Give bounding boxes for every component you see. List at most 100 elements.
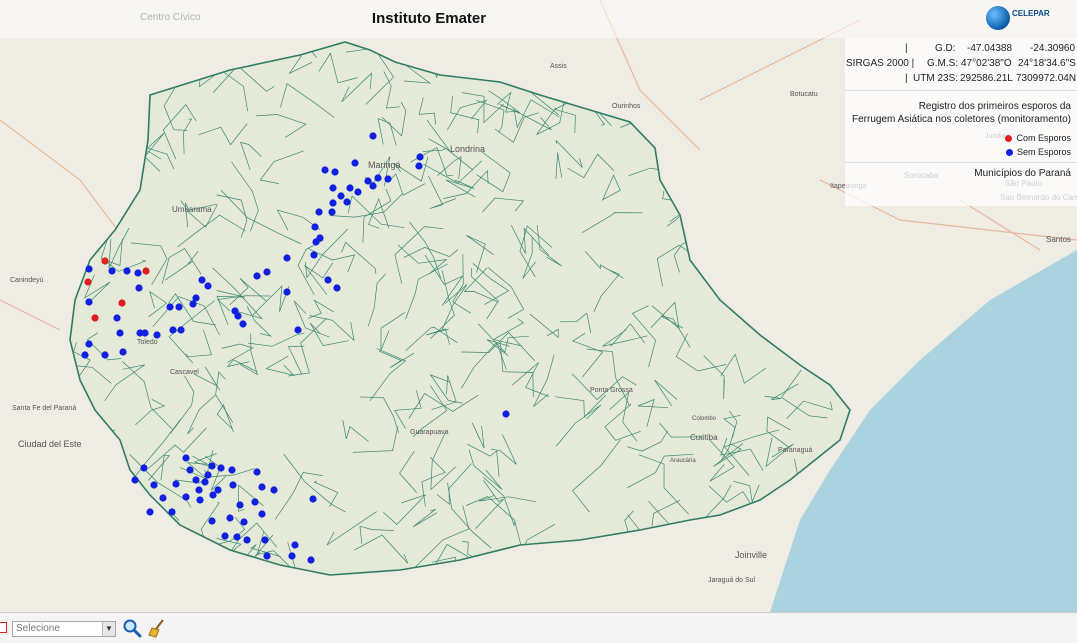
point-sem-esporos[interactable] bbox=[331, 168, 339, 176]
point-sem-esporos[interactable] bbox=[116, 329, 124, 337]
point-sem-esporos[interactable] bbox=[195, 486, 203, 494]
point-sem-esporos[interactable] bbox=[337, 192, 345, 200]
point-sem-esporos[interactable] bbox=[294, 326, 302, 334]
point-sem-esporos[interactable] bbox=[101, 351, 109, 359]
point-sem-esporos[interactable] bbox=[159, 494, 167, 502]
point-sem-esporos[interactable] bbox=[204, 471, 212, 479]
point-sem-esporos[interactable] bbox=[214, 486, 222, 494]
broom-icon[interactable] bbox=[147, 618, 167, 638]
point-sem-esporos[interactable] bbox=[283, 288, 291, 296]
point-sem-esporos[interactable] bbox=[307, 556, 315, 564]
point-sem-esporos[interactable] bbox=[226, 514, 234, 522]
point-sem-esporos[interactable] bbox=[81, 351, 89, 359]
point-sem-esporos[interactable] bbox=[196, 496, 204, 504]
point-sem-esporos[interactable] bbox=[328, 208, 336, 216]
point-sem-esporos[interactable] bbox=[169, 326, 177, 334]
point-sem-esporos[interactable] bbox=[85, 298, 93, 306]
point-sem-esporos[interactable] bbox=[239, 320, 247, 328]
point-sem-esporos[interactable] bbox=[182, 454, 190, 462]
point-sem-esporos[interactable] bbox=[221, 532, 229, 540]
point-sem-esporos[interactable] bbox=[236, 501, 244, 509]
point-sem-esporos[interactable] bbox=[258, 510, 266, 518]
point-sem-esporos[interactable] bbox=[253, 272, 261, 280]
point-sem-esporos[interactable] bbox=[374, 174, 382, 182]
point-sem-esporos[interactable] bbox=[351, 159, 359, 167]
point-sem-esporos[interactable] bbox=[134, 269, 142, 277]
point-sem-esporos[interactable] bbox=[119, 348, 127, 356]
point-sem-esporos[interactable] bbox=[172, 480, 180, 488]
point-sem-esporos[interactable] bbox=[146, 508, 154, 516]
point-sem-esporos[interactable] bbox=[251, 498, 259, 506]
point-sem-esporos[interactable] bbox=[258, 483, 266, 491]
point-sem-esporos[interactable] bbox=[502, 410, 510, 418]
point-sem-esporos[interactable] bbox=[208, 462, 216, 470]
point-sem-esporos[interactable] bbox=[243, 536, 251, 544]
search-icon[interactable] bbox=[122, 618, 142, 638]
point-sem-esporos[interactable] bbox=[85, 265, 93, 273]
point-sem-esporos[interactable] bbox=[329, 199, 337, 207]
divider bbox=[845, 90, 1077, 91]
point-sem-esporos[interactable] bbox=[228, 466, 236, 474]
point-sem-esporos[interactable] bbox=[291, 541, 299, 549]
point-sem-esporos[interactable] bbox=[343, 198, 351, 206]
point-sem-esporos[interactable] bbox=[416, 153, 424, 161]
point-sem-esporos[interactable] bbox=[310, 251, 318, 259]
point-sem-esporos[interactable] bbox=[346, 184, 354, 192]
point-sem-esporos[interactable] bbox=[201, 478, 209, 486]
point-sem-esporos[interactable] bbox=[192, 476, 200, 484]
point-sem-esporos[interactable] bbox=[321, 166, 329, 174]
point-com-esporos[interactable] bbox=[142, 267, 150, 275]
point-sem-esporos[interactable] bbox=[204, 282, 212, 290]
point-sem-esporos[interactable] bbox=[384, 175, 392, 183]
point-sem-esporos[interactable] bbox=[369, 132, 377, 140]
point-sem-esporos[interactable] bbox=[415, 162, 423, 170]
point-sem-esporos[interactable] bbox=[198, 276, 206, 284]
point-com-esporos[interactable] bbox=[101, 257, 109, 265]
point-sem-esporos[interactable] bbox=[309, 495, 317, 503]
point-com-esporos[interactable] bbox=[84, 278, 92, 286]
point-sem-esporos[interactable] bbox=[186, 466, 194, 474]
point-sem-esporos[interactable] bbox=[140, 464, 148, 472]
layer-select[interactable]: Selecione ▼ bbox=[12, 621, 116, 637]
point-sem-esporos[interactable] bbox=[233, 533, 241, 541]
point-sem-esporos[interactable] bbox=[131, 476, 139, 484]
point-sem-esporos[interactable] bbox=[177, 326, 185, 334]
point-sem-esporos[interactable] bbox=[217, 464, 225, 472]
point-sem-esporos[interactable] bbox=[208, 517, 216, 525]
point-sem-esporos[interactable] bbox=[312, 238, 320, 246]
point-sem-esporos[interactable] bbox=[168, 508, 176, 516]
checkbox[interactable] bbox=[0, 622, 7, 633]
point-sem-esporos[interactable] bbox=[153, 331, 161, 339]
point-sem-esporos[interactable] bbox=[135, 284, 143, 292]
point-sem-esporos[interactable] bbox=[270, 486, 278, 494]
point-sem-esporos[interactable] bbox=[141, 329, 149, 337]
point-sem-esporos[interactable] bbox=[283, 254, 291, 262]
point-sem-esporos[interactable] bbox=[333, 284, 341, 292]
point-sem-esporos[interactable] bbox=[354, 188, 362, 196]
point-sem-esporos[interactable] bbox=[182, 493, 190, 501]
point-sem-esporos[interactable] bbox=[85, 340, 93, 348]
point-sem-esporos[interactable] bbox=[263, 268, 271, 276]
point-sem-esporos[interactable] bbox=[234, 312, 242, 320]
point-com-esporos[interactable] bbox=[118, 299, 126, 307]
point-sem-esporos[interactable] bbox=[369, 182, 377, 190]
point-com-esporos[interactable] bbox=[91, 314, 99, 322]
point-sem-esporos[interactable] bbox=[324, 276, 332, 284]
point-sem-esporos[interactable] bbox=[263, 552, 271, 560]
point-sem-esporos[interactable] bbox=[288, 552, 296, 560]
point-sem-esporos[interactable] bbox=[123, 267, 131, 275]
point-sem-esporos[interactable] bbox=[240, 518, 248, 526]
point-sem-esporos[interactable] bbox=[311, 223, 319, 231]
chevron-down-icon[interactable]: ▼ bbox=[102, 622, 115, 636]
point-sem-esporos[interactable] bbox=[175, 303, 183, 311]
point-sem-esporos[interactable] bbox=[108, 267, 116, 275]
point-sem-esporos[interactable] bbox=[253, 468, 261, 476]
point-sem-esporos[interactable] bbox=[261, 536, 269, 544]
point-sem-esporos[interactable] bbox=[150, 481, 158, 489]
point-sem-esporos[interactable] bbox=[315, 208, 323, 216]
point-sem-esporos[interactable] bbox=[189, 300, 197, 308]
point-sem-esporos[interactable] bbox=[166, 303, 174, 311]
point-sem-esporos[interactable] bbox=[113, 314, 121, 322]
point-sem-esporos[interactable] bbox=[329, 184, 337, 192]
point-sem-esporos[interactable] bbox=[229, 481, 237, 489]
